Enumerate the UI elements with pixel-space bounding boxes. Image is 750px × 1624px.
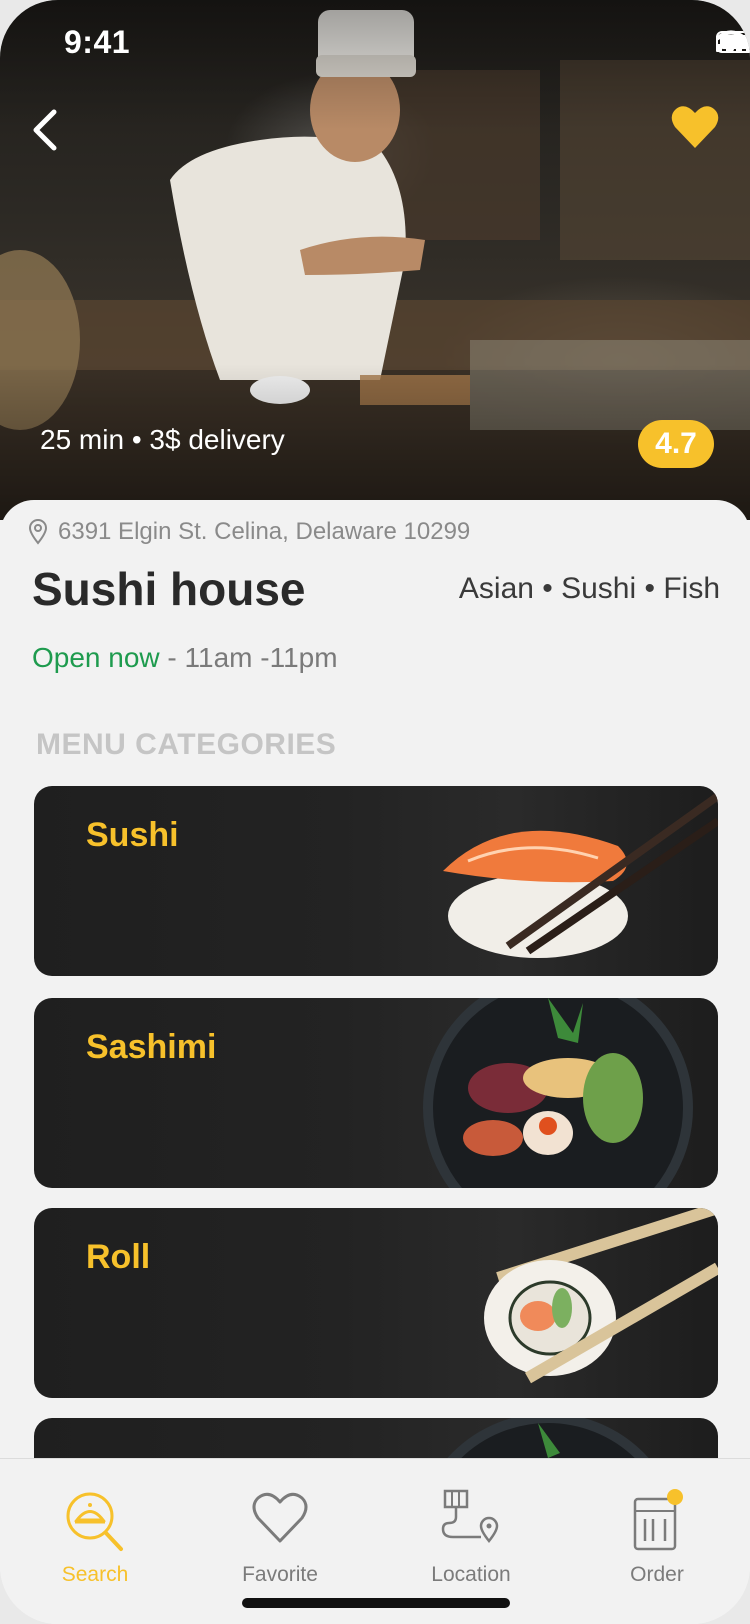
address-row: 6391 Elgin St. Celina, Delaware 10299 [28, 518, 470, 546]
sushi-image [443, 792, 718, 958]
restaurant-details: 6391 Elgin St. Celina, Delaware 10299 Su… [0, 500, 750, 1624]
home-indicator [242, 1598, 510, 1608]
menu-section-title: MENU CATEGORIES [36, 728, 337, 761]
heart-filled-icon [671, 106, 719, 148]
heart-icon [252, 1492, 308, 1543]
rating-badge: 4.7 [638, 420, 714, 468]
open-status: Open now [32, 642, 160, 673]
tab-order[interactable]: Order [582, 1479, 732, 1589]
status-time: 9:41 [64, 24, 131, 60]
address-text: 6391 Elgin St. Celina, Delaware 10299 [58, 518, 471, 545]
battery-icon [716, 31, 750, 53]
category-card-sashimi[interactable]: Sashimi [34, 998, 718, 1188]
opening-hours: Open now - 11am -11pm [32, 642, 338, 674]
category-label: Sashimi [86, 1028, 217, 1066]
location-route-icon [441, 1489, 499, 1544]
tab-label: Order [630, 1563, 684, 1586]
restaurant-name: Sushi house [32, 563, 306, 615]
search-food-icon [66, 1492, 123, 1551]
category-label: Sushi [86, 816, 179, 854]
category-card-roll[interactable]: Roll [34, 1208, 718, 1398]
order-badge [667, 1489, 683, 1505]
favorite-button[interactable] [670, 104, 720, 150]
tab-label: Favorite [242, 1563, 318, 1586]
order-bag-icon [633, 1489, 683, 1551]
cuisine-tags: Asian • Sushi • Fish [458, 572, 720, 605]
category-label: Roll [86, 1238, 151, 1276]
tab-label: Location [431, 1563, 511, 1586]
roll-image [484, 1208, 718, 1384]
chevron-left-icon [33, 109, 57, 151]
tab-label: Search [61, 1563, 129, 1586]
location-pin-icon [28, 519, 48, 545]
tab-location[interactable]: Location [396, 1479, 546, 1589]
hero-image: 9:41 25 min • 3$ delivery 4.7 [0, 0, 750, 520]
delivery-info: 25 min • 3$ delivery [40, 424, 285, 455]
sashimi-image [423, 998, 693, 1188]
back-button[interactable] [26, 104, 66, 154]
tab-search[interactable]: Search [20, 1479, 170, 1589]
tab-favorite[interactable]: Favorite [205, 1479, 355, 1589]
hours-text: - 11am -11pm [159, 642, 338, 673]
category-card-sushi[interactable]: Sushi [34, 786, 718, 976]
phone-screen: 9:41 25 min • 3$ delivery 4.7 6391 Elgin… [0, 0, 750, 1624]
